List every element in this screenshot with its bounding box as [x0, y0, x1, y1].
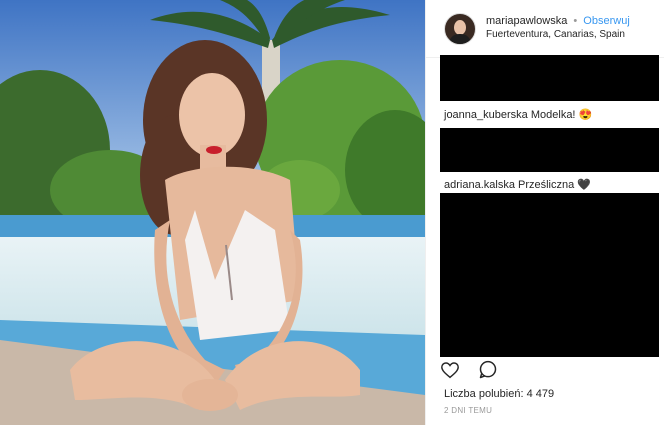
avatar-face — [454, 19, 466, 35]
avatar[interactable] — [444, 12, 476, 45]
redacted-block — [440, 55, 659, 101]
likes-number: 4 479 — [526, 388, 555, 400]
location-link[interactable]: Fuerteventura, Canarias, Spain — [486, 29, 630, 42]
comment-username[interactable]: adriana.kalska — [444, 179, 515, 191]
post-header: mariapawlowska • Obserwuj Fuerteventura,… — [426, 0, 664, 58]
comment-item: joanna_kuberska Modelka! 😍 — [444, 108, 592, 121]
post-timestamp: 2 DNI TEMU — [444, 406, 493, 415]
comment-text: Prześliczna 🖤 — [518, 179, 591, 191]
post-photo-image — [0, 0, 425, 425]
post-photo[interactable] — [0, 0, 425, 425]
header-row: mariapawlowska • Obserwuj — [486, 15, 630, 29]
follow-button[interactable]: Obserwuj — [583, 15, 629, 27]
comment-bubble-icon[interactable] — [478, 360, 498, 380]
instagram-post: mariapawlowska • Obserwuj Fuerteventura,… — [0, 0, 664, 425]
comment-username[interactable]: joanna_kuberska — [444, 109, 528, 121]
redacted-block — [440, 193, 659, 357]
heart-icon[interactable] — [440, 361, 460, 379]
header-info: mariapawlowska • Obserwuj Fuerteventura,… — [486, 15, 630, 41]
redacted-block — [440, 128, 659, 172]
username-link[interactable]: mariapawlowska — [486, 15, 567, 27]
post-actions — [440, 360, 498, 380]
comment-item: adriana.kalska Prześliczna 🖤 — [444, 178, 591, 191]
likes-label: Liczba polubień: — [444, 388, 524, 400]
likes-count[interactable]: Liczba polubień: 4 479 — [444, 388, 554, 400]
comment-text: Modelka! 😍 — [530, 109, 593, 121]
separator-dot: • — [573, 15, 578, 28]
post-sidebar: mariapawlowska • Obserwuj Fuerteventura,… — [425, 0, 664, 425]
avatar-body — [449, 33, 471, 44]
